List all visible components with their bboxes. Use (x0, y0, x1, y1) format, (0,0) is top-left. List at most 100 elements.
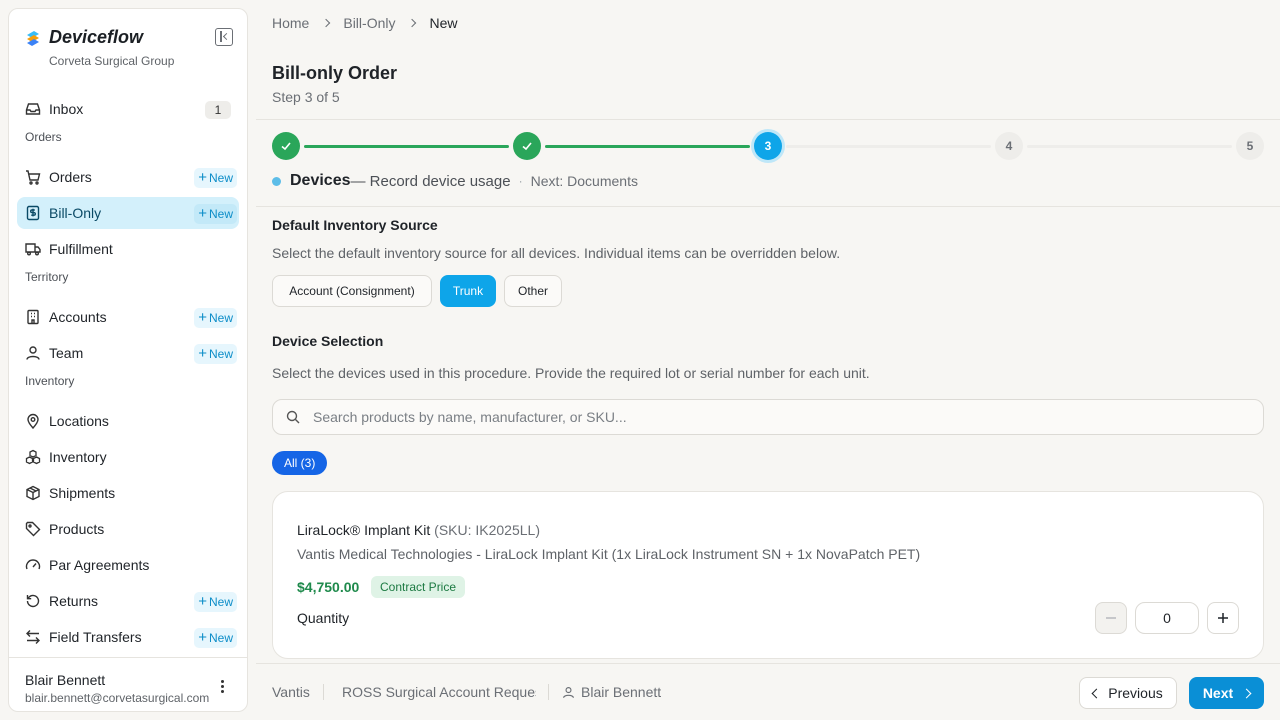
divider (256, 119, 1280, 120)
plus-icon: + (198, 309, 207, 326)
sidebar-item-inventory[interactable]: Inventory (17, 441, 239, 473)
inventory-source-help: Select the default inventory source for … (272, 245, 841, 261)
product-description: Vantis Medical Technologies - LiraLock I… (297, 546, 921, 562)
breadcrumb-home[interactable]: Home (272, 15, 309, 31)
sidebar-item-locations[interactable]: Locations (17, 405, 239, 437)
inventory-source-heading: Default Inventory Source (272, 217, 438, 233)
sidebar-item-inbox[interactable]: Inbox 1 (17, 93, 239, 125)
device-selection-heading: Device Selection (272, 333, 384, 349)
new-team-member-button[interactable]: + New (194, 344, 237, 364)
plus-icon: + (198, 205, 207, 222)
step-1-complete[interactable] (272, 132, 300, 160)
previous-label: Previous (1108, 685, 1163, 701)
user-icon (563, 686, 574, 698)
sidebar-item-label: Inventory (49, 449, 107, 465)
new-label: New (208, 171, 233, 185)
more-options-icon[interactable] (221, 680, 225, 694)
search-input[interactable] (313, 400, 1213, 434)
section-label-territory: Territory (25, 270, 69, 284)
tag-icon (25, 521, 41, 537)
new-order-button[interactable]: + New (194, 168, 237, 188)
collapse-sidebar-icon[interactable] (215, 28, 233, 46)
app-root: Deviceflow Corveta Surgical Group Inbox … (0, 0, 1280, 720)
footer-account: ROSS Surgical Account Request (336, 684, 536, 700)
source-option-other[interactable]: Other (504, 275, 562, 307)
footer-rep: Blair Bennett (562, 684, 661, 700)
divider (323, 684, 324, 700)
footer-vendor: Vantis (272, 684, 310, 700)
source-option-account-consignment[interactable]: Account (Consignment) (272, 275, 432, 307)
user-name: Blair Bennett (25, 672, 106, 688)
filter-chip-all[interactable]: All (3) (272, 451, 328, 475)
chevron-left-icon (1091, 688, 1102, 698)
package-icon (25, 485, 41, 501)
sidebar: Deviceflow Corveta Surgical Group Inbox … (8, 8, 248, 712)
step-3-current[interactable]: 3 (754, 132, 782, 160)
increment-quantity-button[interactable] (1207, 602, 1239, 634)
new-label: New (208, 207, 233, 221)
plus-icon: + (198, 629, 207, 646)
plus-icon: + (198, 169, 207, 186)
breadcrumb-bill-only[interactable]: Bill-Only (343, 15, 395, 31)
sidebar-item-par-agreements[interactable]: Par Agreements (17, 549, 239, 581)
product-price: $4,750.00 (297, 579, 360, 595)
sidebar-item-bill-only[interactable]: Bill-Only + New (17, 197, 239, 229)
new-label: New (208, 347, 233, 361)
decrement-quantity-button[interactable] (1095, 602, 1127, 634)
sidebar-item-field-transfers[interactable]: Field Transfers + New (17, 621, 239, 653)
next-button[interactable]: Next (1189, 677, 1264, 709)
sidebar-item-accounts[interactable]: Accounts + New (17, 301, 239, 333)
device-selection-help: Select the devices used in this procedur… (272, 365, 870, 381)
inbox-icon (25, 101, 41, 117)
plus-icon: + (198, 345, 207, 362)
product-name: LiraLock® Implant Kit (297, 522, 431, 538)
sidebar-item-label: Par Agreements (49, 557, 150, 573)
step-connector-pending (786, 145, 991, 148)
contract-price-badge: Contract Price (371, 576, 466, 598)
user-profile[interactable]: Blair Bennett blair.bennett@corvetasurgi… (9, 657, 247, 712)
divider (548, 684, 549, 700)
new-account-button[interactable]: + New (194, 308, 237, 328)
deviceflow-logo-icon (25, 30, 41, 46)
brand[interactable]: Deviceflow (25, 27, 143, 48)
sidebar-item-label: Accounts (49, 309, 107, 325)
footer-rep-name: Blair Bennett (581, 684, 662, 700)
receipt-dollar-icon (25, 205, 41, 221)
sidebar-item-shipments[interactable]: Shipments (17, 477, 239, 509)
minus-icon (1106, 617, 1116, 619)
inbox-count-badge: 1 (205, 101, 231, 119)
step-4-pending: 4 (995, 132, 1023, 160)
order-footer: Vantis ROSS Surgical Account Request Bla… (256, 663, 1280, 720)
current-step-caption: Devices — Record device usage · Next: Do… (272, 172, 638, 190)
product-title: LiraLock® Implant Kit (SKU: IK2025LL) (297, 522, 540, 538)
new-return-button[interactable]: + New (194, 592, 237, 612)
step-5-pending: 5 (1236, 132, 1264, 160)
step-counter: Step 3 of 5 (272, 89, 340, 105)
sidebar-item-products[interactable]: Products (17, 513, 239, 545)
user-email: blair.bennett@corvetasurgical.com (25, 691, 210, 705)
sidebar-item-label: Team (49, 345, 84, 361)
new-label: New (208, 631, 233, 645)
sidebar-item-team[interactable]: Team + New (17, 337, 239, 369)
brand-name: Deviceflow (49, 27, 144, 47)
new-bill-only-button[interactable]: + New (194, 204, 237, 224)
sidebar-item-label: Locations (49, 413, 109, 429)
source-option-trunk[interactable]: Trunk (440, 275, 496, 307)
rotate-ccw-icon (25, 593, 41, 609)
previous-button[interactable]: Previous (1079, 677, 1177, 709)
chevron-right-icon (322, 18, 331, 28)
product-search (272, 399, 1264, 435)
new-field-transfer-button[interactable]: + New (194, 628, 237, 648)
sidebar-item-fulfillment[interactable]: Fulfillment (17, 233, 239, 265)
next-step-hint: Next: Documents (530, 173, 638, 189)
step-connector-pending (1027, 145, 1232, 148)
current-step-description: — Record device usage (350, 172, 511, 190)
boxes-icon (25, 449, 41, 465)
sidebar-item-orders[interactable]: Orders + New (17, 161, 239, 193)
sidebar-item-returns[interactable]: Returns + New (17, 585, 239, 617)
plus-icon: + (198, 593, 207, 610)
quantity-input[interactable] (1135, 602, 1199, 634)
step-2-complete[interactable] (513, 132, 541, 160)
new-label: New (208, 311, 233, 325)
map-pin-icon (25, 413, 41, 429)
